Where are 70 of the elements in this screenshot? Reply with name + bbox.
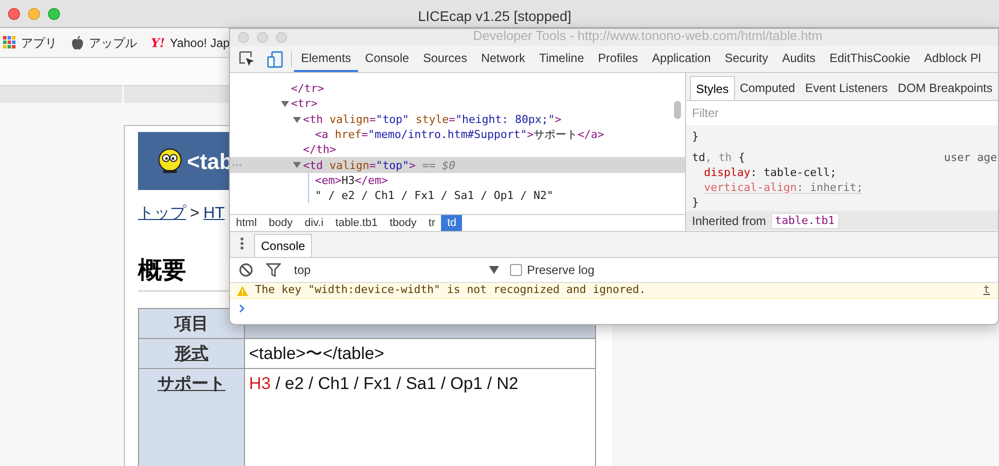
column-header: 項目: [138, 308, 244, 338]
filter-icon[interactable]: [266, 263, 281, 277]
clear-console-icon[interactable]: [239, 263, 253, 277]
panel-tab[interactable]: Sources: [416, 46, 474, 72]
panel-tab[interactable]: Application: [645, 46, 718, 72]
panel-tab[interactable]: Profiles: [591, 46, 646, 72]
panel-tab[interactable]: EditThisCookie: [822, 46, 918, 72]
window-title: Developer Tools - http://www.tonono-web.com/html/table.htm: [473, 29, 822, 45]
inherited-selector[interactable]: table.tb1: [771, 212, 839, 228]
bookmark-item[interactable]: アップル: [71, 34, 137, 52]
panel-tab[interactable]: Adblock Pl: [917, 46, 988, 72]
mascot-icon: [158, 148, 182, 174]
breadcrumb-item[interactable]: html: [230, 215, 263, 231]
bookmark-item[interactable]: アプリ: [3, 34, 57, 52]
css-declaration[interactable]: vertical-align: inherit;: [692, 180, 998, 195]
drawer-tab[interactable]: Console: [254, 234, 312, 257]
breadcrumb-item[interactable]: td: [441, 215, 462, 231]
context-dropdown[interactable]: top: [294, 261, 499, 279]
inherited-label: Inherited from: [692, 212, 766, 230]
device-toolbar-icon[interactable]: [267, 50, 283, 68]
window-title: LICEcap v1.25 [stopped]: [418, 7, 572, 26]
closing-brace: }: [692, 129, 700, 144]
panel-tab[interactable]: Audits: [775, 46, 822, 72]
dom-node-line[interactable]: " / e2 / Ch1 / Fx1 / Sa1 / Op1 / N2": [230, 188, 685, 204]
prompt-chevron-icon: [239, 304, 245, 312]
close-button[interactable]: [8, 8, 20, 20]
sidebar-tab[interactable]: Event Listeners: [800, 76, 893, 100]
breadcrumb-item[interactable]: table.tb1: [329, 215, 384, 231]
closing-brace: }: [692, 195, 700, 210]
css-selector: td, th {: [692, 150, 745, 165]
dom-node-line[interactable]: <a href="memo/intro.htm#Support">サポート</a>: [230, 126, 685, 142]
expand-arrow-icon[interactable]: [293, 161, 301, 170]
stylesheet-origin: user age: [944, 150, 998, 165]
apple-icon: [71, 35, 84, 50]
breadcrumb-item[interactable]: div.i: [298, 215, 330, 231]
inspect-element-icon[interactable]: [239, 51, 255, 67]
scrollbar[interactable]: [674, 101, 681, 119]
breadcrumb-item[interactable]: tbody: [384, 215, 423, 231]
filter-field[interactable]: Filter: [686, 101, 998, 125]
sidebar-tab[interactable]: Computed: [734, 76, 800, 100]
dropdown-caret-icon: [489, 266, 499, 274]
breadcrumb-item[interactable]: tr: [422, 215, 442, 231]
more-options-icon[interactable]: [240, 237, 244, 250]
dom-node-line[interactable]: <tr>: [230, 96, 685, 112]
dom-node-line[interactable]: </tr>: [230, 81, 685, 96]
dom-node-line[interactable]: <th valign="top" style="height: 80px;">: [230, 112, 685, 127]
panel-tab[interactable]: Network: [474, 46, 532, 72]
css-declaration[interactable]: display: table-cell;: [692, 165, 998, 180]
breadcrumb-link[interactable]: HT: [203, 202, 225, 226]
ellipsis-icon: [232, 164, 242, 166]
preserve-log-label[interactable]: Preserve log: [527, 261, 594, 279]
breadcrumb-separator: >: [190, 204, 200, 224]
sidebar-tab[interactable]: DOM Breakpoints: [892, 76, 998, 100]
breadcrumb-link[interactable]: トップ: [138, 202, 186, 226]
panel-tab[interactable]: Console: [358, 46, 416, 72]
bookmark-item[interactable]: Y! Yahoo! Jap: [151, 34, 230, 52]
apps-grid-icon: [3, 36, 16, 49]
preserve-log-checkbox[interactable]: [510, 264, 522, 276]
panel-tab[interactable]: Security: [718, 46, 776, 72]
dom-node-line[interactable]: </th>: [230, 142, 685, 158]
panel-tab[interactable]: Elements: [294, 46, 358, 72]
breadcrumb-item[interactable]: body: [262, 215, 299, 231]
panel-tab[interactable]: Timeline: [532, 46, 592, 72]
sidebar-tab[interactable]: Styles: [690, 76, 735, 100]
dom-node-line[interactable]: <em>H3</em>: [230, 172, 685, 188]
table-cell: <table>〜</table>: [244, 338, 596, 368]
source-link[interactable]: t: [983, 282, 990, 299]
yahoo-logo: Y!: [151, 34, 165, 52]
row-header-link[interactable]: サポート: [158, 374, 226, 393]
zoom-button[interactable]: [48, 8, 60, 20]
